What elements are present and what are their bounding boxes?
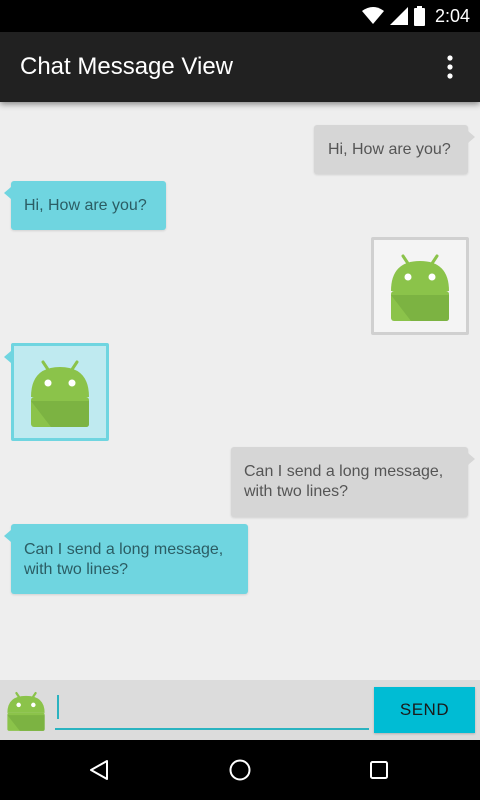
message-bubble-incoming[interactable]: Hi, How are you? xyxy=(4,181,166,230)
avatar[interactable] xyxy=(4,688,48,732)
message-input-bar: SEND xyxy=(0,680,480,740)
message-text: Can I send a long message, with two line… xyxy=(244,463,444,500)
message-text: Hi, How are you? xyxy=(24,197,147,214)
android-icon xyxy=(391,254,449,321)
message-input[interactable] xyxy=(55,690,369,730)
screen: 2:04 Chat Message View Hi, How are you? … xyxy=(0,0,480,800)
status-time: 2:04 xyxy=(434,5,470,26)
overflow-menu-button[interactable] xyxy=(434,51,466,83)
message-bubble-incoming[interactable]: Can I send a long message, with two line… xyxy=(4,524,248,594)
recents-button[interactable] xyxy=(363,754,395,786)
navigation-bar xyxy=(0,740,480,800)
recents-icon xyxy=(370,761,388,779)
message-text: Hi, How are you? xyxy=(328,141,451,158)
send-button[interactable]: SEND xyxy=(374,687,475,733)
image-bubble-incoming[interactable] xyxy=(4,343,109,441)
status-bar: 2:04 xyxy=(0,0,480,32)
signal-icon xyxy=(389,7,408,25)
text-cursor xyxy=(57,695,59,719)
status-icons: 2:04 xyxy=(361,0,470,32)
chat-message-list[interactable]: Hi, How are you? Hi, How are you? Can I … xyxy=(0,102,480,680)
battery-icon xyxy=(413,6,425,26)
back-button[interactable] xyxy=(83,754,115,786)
android-icon xyxy=(7,691,45,731)
message-bubble-outgoing[interactable]: Hi, How are you? xyxy=(314,125,475,174)
wifi-icon xyxy=(361,7,384,25)
android-icon xyxy=(31,360,89,427)
back-icon xyxy=(90,760,108,780)
home-icon xyxy=(229,759,251,781)
app-bar: Chat Message View xyxy=(0,32,480,102)
app-title: Chat Message View xyxy=(20,53,233,80)
message-bubble-outgoing[interactable]: Can I send a long message, with two line… xyxy=(231,447,475,517)
image-bubble-outgoing[interactable] xyxy=(371,237,469,335)
overflow-menu-icon xyxy=(447,55,453,79)
home-button[interactable] xyxy=(224,754,256,786)
message-text: Can I send a long message, with two line… xyxy=(24,541,224,578)
